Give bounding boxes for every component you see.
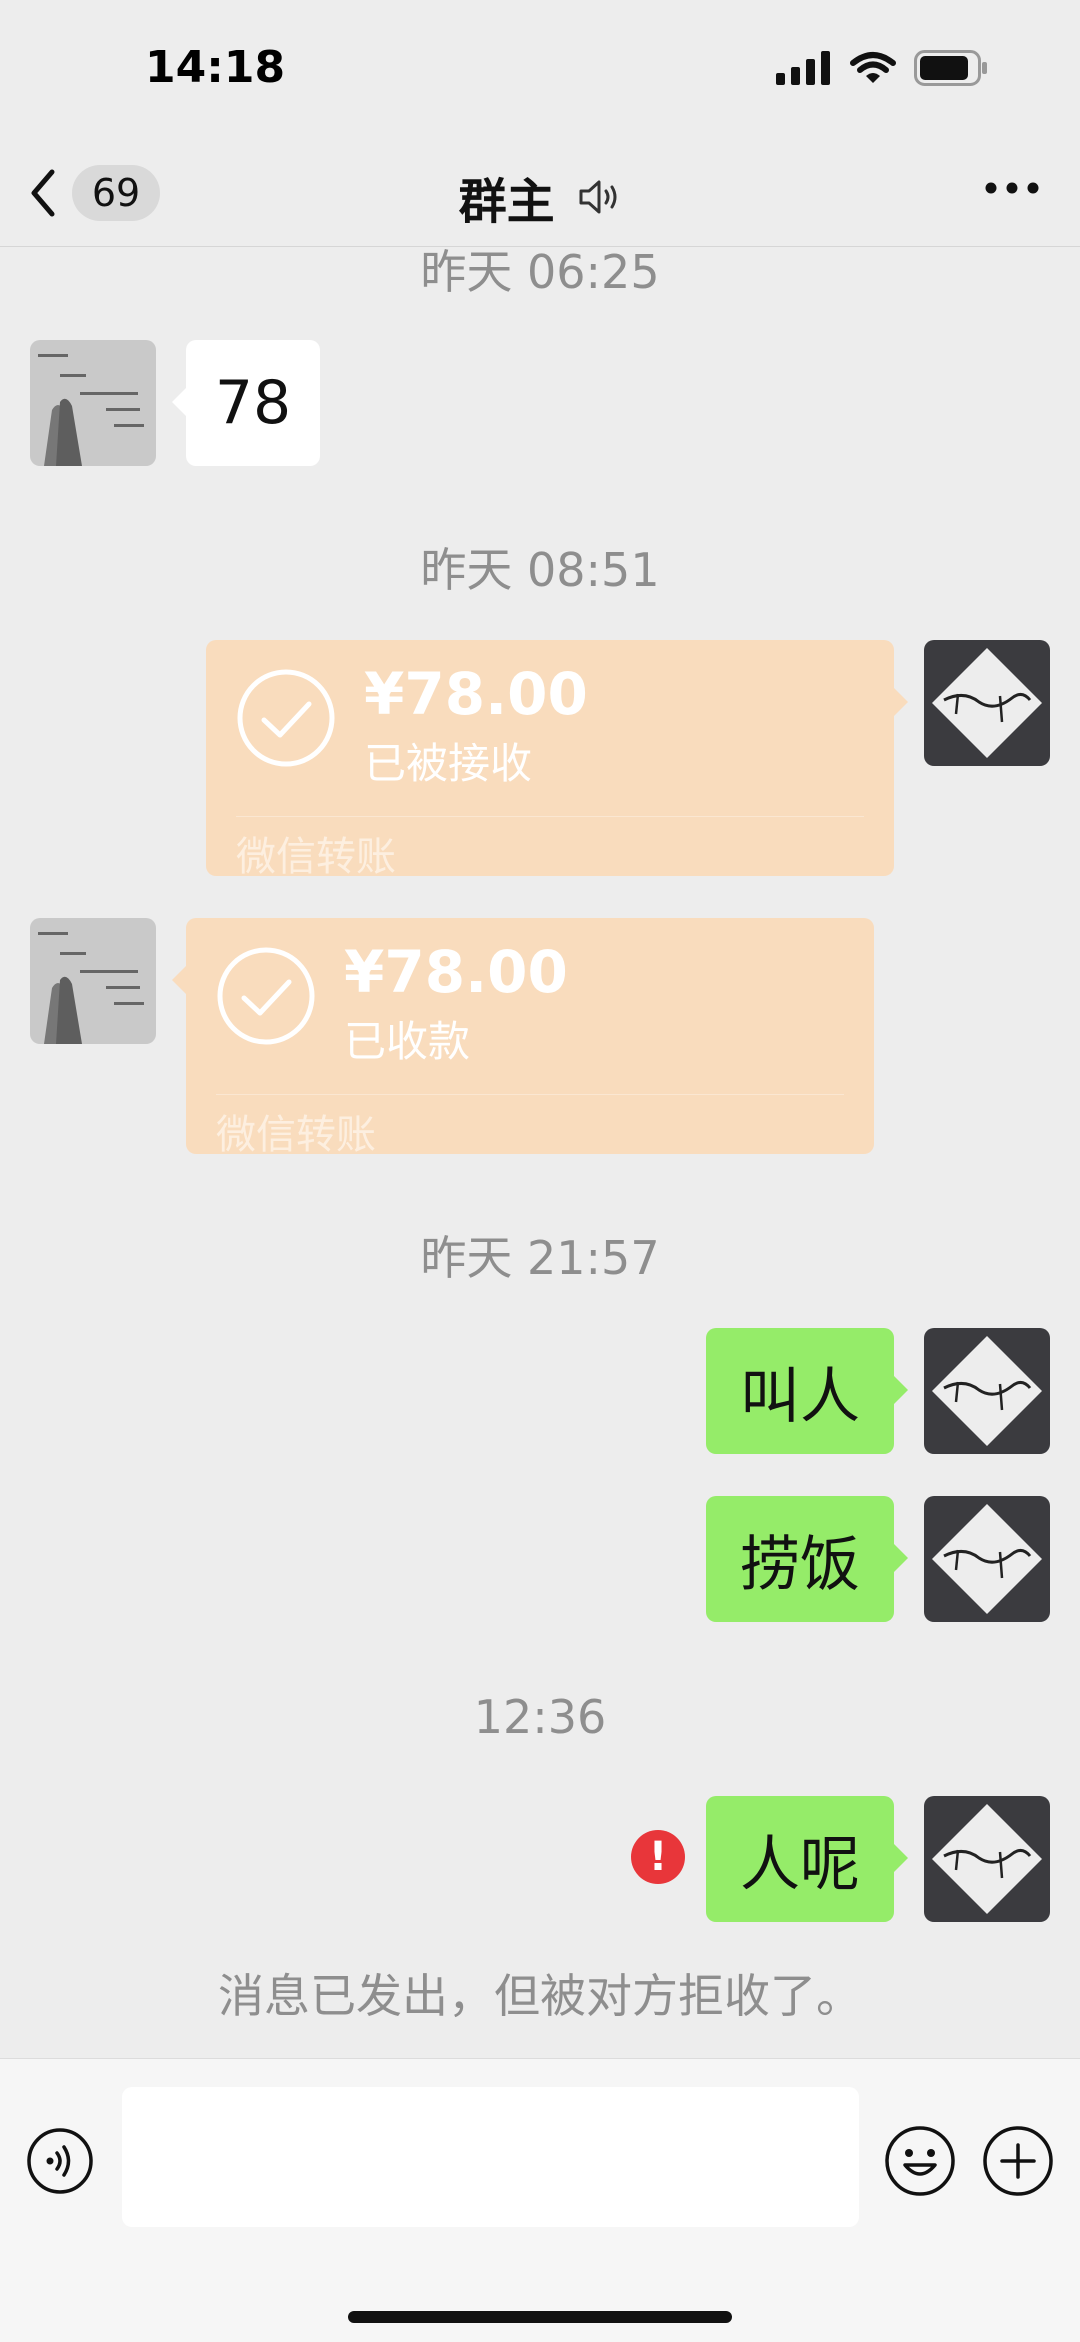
more-actions-button[interactable] [982,2125,1054,2201]
battery-icon [914,50,987,86]
transfer-card-received[interactable]: ¥78.00 已收款 微信转账 [172,918,874,1158]
wifi-icon [850,52,896,83]
transfer-status: 已收款 [344,1017,471,1066]
signature-avatar-image [924,1328,1050,1454]
chat-title: 群主 [0,162,1080,232]
message-text: 叫人 [740,1361,860,1432]
message-bubble-outgoing[interactable]: 叫人 [706,1328,908,1454]
status-bar: 14:18 [0,0,1080,140]
more-dots-icon [985,182,1039,194]
home-indicator[interactable] [348,2311,732,2323]
voice-input-button[interactable] [26,2127,94,2199]
transfer-label: 微信转账 [236,834,396,880]
divider [236,816,864,817]
more-button[interactable] [984,180,1040,199]
message-bubble-incoming[interactable]: 78 [172,340,320,466]
check-circle-icon [217,947,315,1045]
message-timestamp: 12:36 [473,1690,607,1744]
send-failed-icon[interactable]: ! [631,1830,685,1884]
divider [216,1094,844,1095]
status-time: 14:18 [145,42,286,93]
rejection-notice: 消息已发出，但被对方拒收了。 [218,1969,862,2023]
self-avatar[interactable] [924,1328,1050,1454]
contact-avatar[interactable] [30,918,156,1044]
message-text: 人呢 [740,1829,860,1900]
check-circle-icon [237,669,335,767]
chat-input-bar [0,2058,1080,2342]
message-bubble-outgoing[interactable]: 人呢 [706,1796,908,1922]
emoji-button[interactable] [884,2125,956,2201]
message-bubble-outgoing[interactable]: 捞饭 [706,1496,908,1622]
praying-hands-avatar-image [30,340,156,466]
self-avatar[interactable] [924,1796,1050,1922]
status-icons [776,50,988,86]
self-avatar[interactable] [924,1496,1050,1622]
plus-circle-icon [983,2126,1053,2196]
signature-avatar-image [924,1796,1050,1922]
transfer-label: 微信转账 [216,1112,376,1158]
transfer-status: 已被接收 [364,739,533,788]
transfer-card-sent[interactable]: ¥78.00 已被接收 微信转账 [206,640,908,880]
contact-avatar[interactable] [30,340,156,466]
chat-header: 69 群主 [0,140,1080,247]
emoji-icon [885,2126,955,2196]
transfer-amount: ¥78.00 [364,660,588,728]
message-timestamp: 昨天 06:25 [420,245,660,299]
chat-title-text: 群主 [458,174,555,230]
message-text: 78 [214,368,292,438]
self-avatar[interactable] [924,640,1050,766]
transfer-amount: ¥78.00 [344,938,568,1006]
signature-avatar-image [924,640,1050,766]
message-input[interactable] [122,2087,859,2227]
message-timestamp: 昨天 21:57 [420,1231,660,1285]
message-timestamp: 昨天 08:51 [420,543,660,597]
message-text: 捞饭 [740,1529,860,1600]
cellular-signal-icon [776,51,830,85]
praying-hands-avatar-image [30,918,156,1044]
signature-avatar-image [924,1496,1050,1622]
speaker-icon [579,180,617,214]
voice-icon [27,2128,93,2194]
